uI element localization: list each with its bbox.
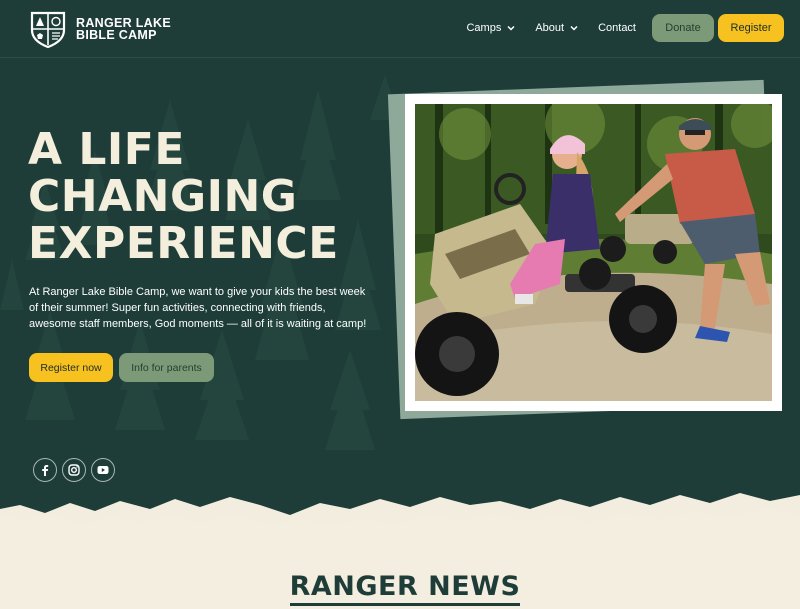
social-links (33, 458, 120, 482)
facebook-icon (42, 465, 49, 476)
info-for-parents-button[interactable]: Info for parents (119, 353, 214, 382)
headline-line-2: CHANGING (28, 171, 298, 222)
headline-line-3: EXPERIENCE (28, 218, 339, 269)
main-nav: Camps About Contact Donate Register (466, 14, 784, 42)
nav-label-about: About (535, 22, 565, 34)
headline-line-1: A LIFE (28, 124, 185, 175)
ranger-news-heading: RANGER NEWS (0, 571, 800, 606)
site-logo[interactable]: RANGER LAKE BIBLE CAMP (29, 10, 171, 48)
youtube-icon (97, 466, 109, 474)
register-now-button[interactable]: Register now (29, 353, 113, 382)
donate-button[interactable]: Donate (652, 14, 714, 42)
nav-label-camps: Camps (466, 22, 502, 34)
chevron-down-icon (507, 25, 515, 31)
ranger-news-title: RANGER NEWS (289, 571, 521, 606)
brand-line-2: BIBLE CAMP (76, 28, 157, 42)
nav-item-contact[interactable]: Contact (598, 22, 636, 34)
register-button[interactable]: Register (718, 14, 784, 42)
nav-label-contact: Contact (598, 22, 636, 34)
facebook-link[interactable] (33, 458, 57, 482)
nav-item-camps[interactable]: Camps (466, 22, 515, 34)
hero-photo-go-karts (415, 104, 772, 401)
hero-section: RANGER LAKE BIBLE CAMP Camps About Conta… (0, 0, 800, 609)
youtube-link[interactable] (91, 458, 115, 482)
instagram-link[interactable] (62, 458, 86, 482)
hero-intro-text: At Ranger Lake Bible Camp, we want to gi… (29, 286, 367, 330)
site-header: RANGER LAKE BIBLE CAMP Camps About Conta… (0, 0, 800, 58)
chevron-down-icon (570, 25, 578, 31)
shield-crest-icon (30, 11, 66, 48)
instagram-icon (68, 464, 80, 476)
hero-headline: A LIFE CHANGING EXPERIENCE (28, 126, 339, 267)
brand-name: RANGER LAKE BIBLE CAMP (76, 17, 171, 42)
hero-photo-frame (405, 94, 782, 411)
nav-item-about[interactable]: About (535, 22, 578, 34)
